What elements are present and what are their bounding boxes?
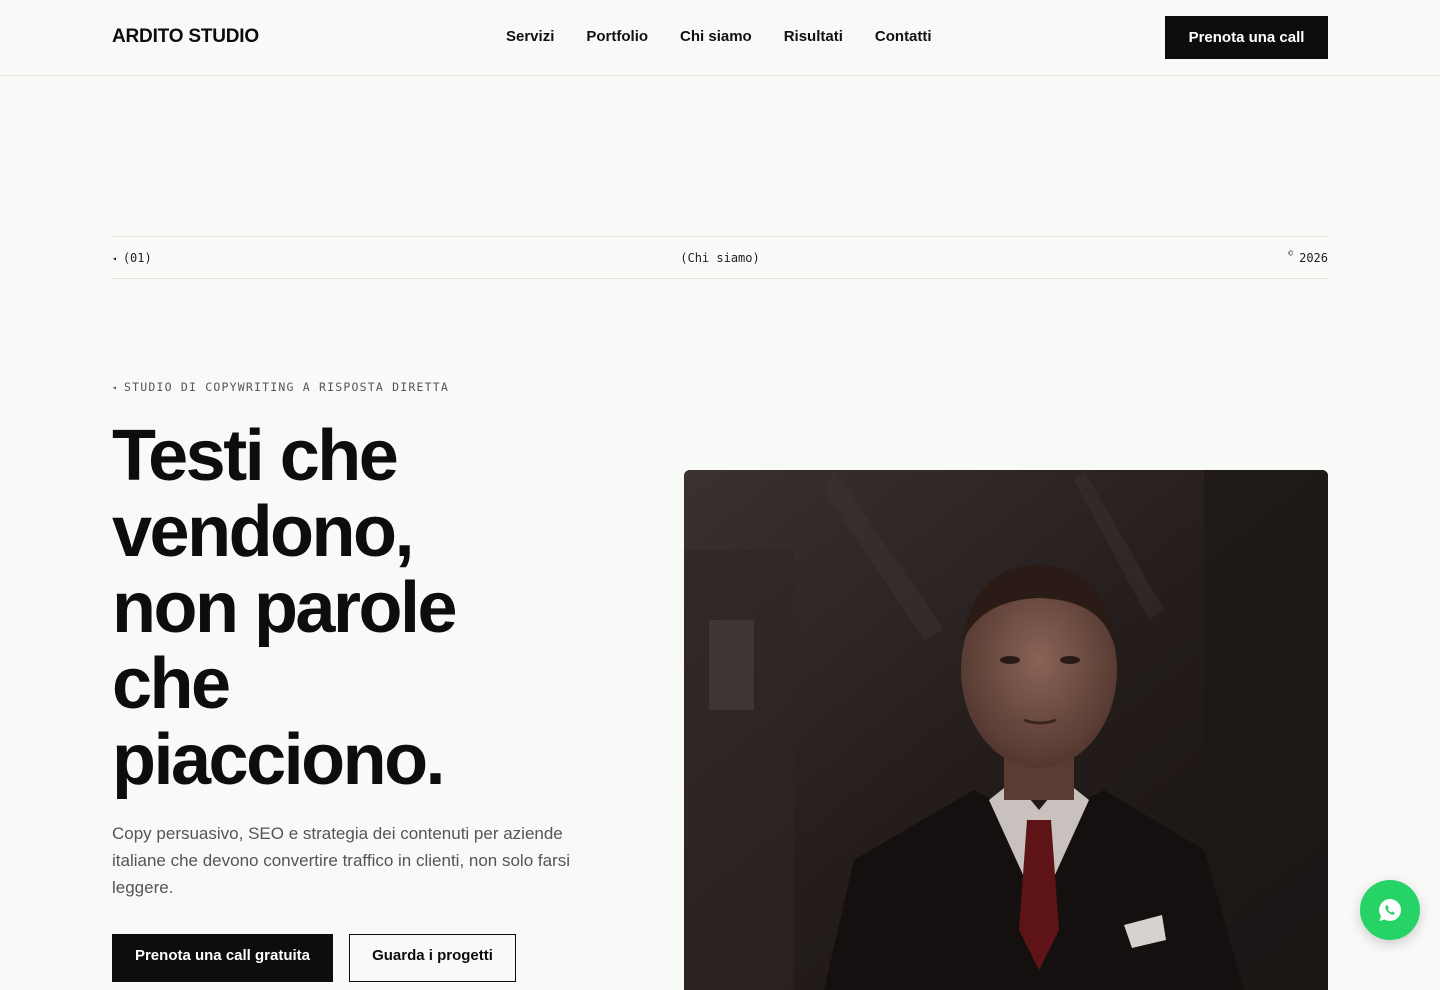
book-free-call-button[interactable]: Prenota una call gratuita bbox=[112, 934, 333, 982]
copyright-icon: © bbox=[1288, 249, 1294, 258]
book-call-button[interactable]: Prenota una call bbox=[1165, 16, 1328, 59]
hero-eyebrow: ◂ STUDIO DI COPYWRITING A RISPOSTA DIRET… bbox=[112, 380, 449, 394]
hero-subtitle: Copy persuasivo, SEO e strategia dei con… bbox=[112, 824, 570, 897]
whatsapp-chat-button[interactable] bbox=[1360, 880, 1420, 940]
nav-servizi[interactable]: Servizi bbox=[506, 28, 554, 45]
brand-logo[interactable]: ARDITO STUDIO bbox=[112, 26, 259, 48]
man-in-dark-suit-portrait-icon bbox=[684, 470, 1328, 990]
section-label: (Chi siamo) bbox=[680, 251, 760, 265]
hero-portrait-image bbox=[684, 470, 1328, 990]
main-nav: Servizi Portfolio Chi siamo Risultati Co… bbox=[506, 28, 932, 45]
hero-headline: Testi che vendono, non parole che piacci… bbox=[112, 418, 632, 798]
nav-portfolio[interactable]: Portfolio bbox=[586, 28, 648, 45]
nav-risultati[interactable]: Risultati bbox=[784, 28, 843, 45]
copyright-year: © 2026 bbox=[1288, 249, 1328, 265]
headline-line-1: Testi che bbox=[112, 416, 399, 496]
nav-chi-siamo[interactable]: Chi siamo bbox=[680, 28, 752, 45]
eyebrow-text: STUDIO DI COPYWRITING A RISPOSTA DIRETTA bbox=[124, 380, 449, 394]
section-meta-bar: ◂ (01) (Chi siamo) © 2026 bbox=[112, 236, 1328, 279]
whatsapp-icon bbox=[1379, 899, 1401, 921]
view-projects-button[interactable]: Guarda i progetti bbox=[349, 934, 516, 982]
headline-line-3: non parole bbox=[112, 568, 458, 648]
year-label: 2026 bbox=[1299, 251, 1328, 265]
headline-line-4: che bbox=[112, 644, 231, 724]
headline-line-5: piacciono. bbox=[112, 720, 446, 800]
nav-contatti[interactable]: Contatti bbox=[875, 28, 932, 45]
triangle-left-icon: ◂ bbox=[112, 382, 119, 392]
site-header: ARDITO STUDIO Servizi Portfolio Chi siam… bbox=[0, 0, 1440, 76]
headline-line-2: vendono, bbox=[112, 492, 415, 572]
